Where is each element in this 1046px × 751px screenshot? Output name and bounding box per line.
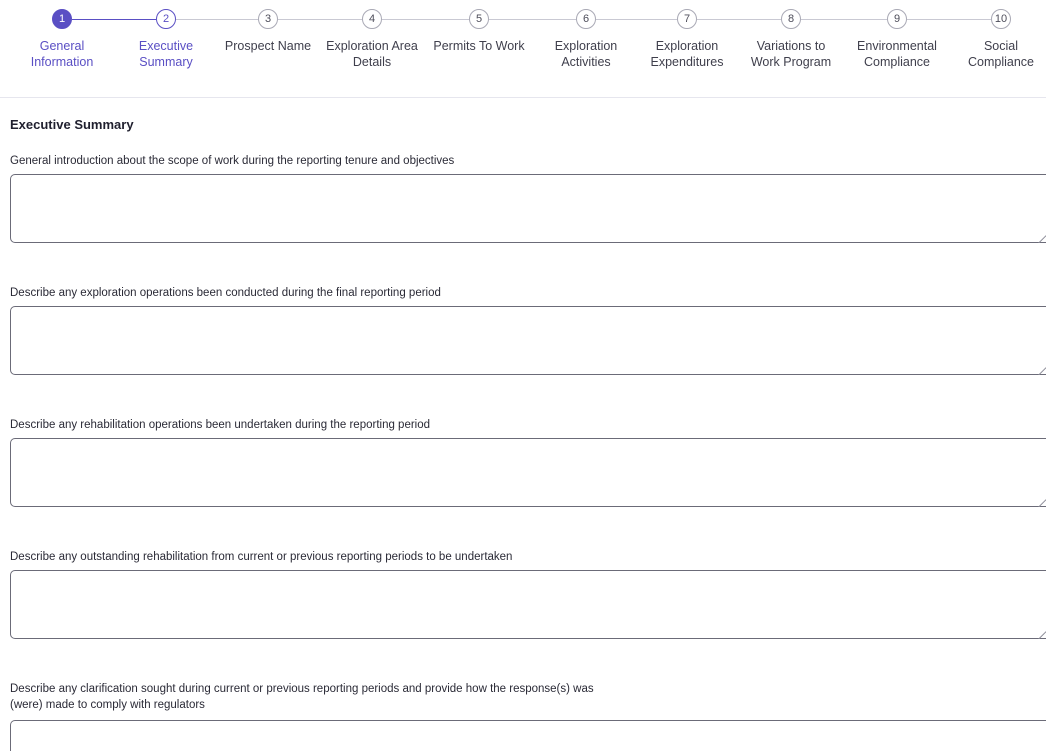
step-executive-summary[interactable]: 2 Executive Summary (111, 0, 221, 70)
field-label-outstanding-rehabilitation: Describe any outstanding rehabilitation … (10, 551, 513, 563)
step-label: General Information (30, 39, 94, 69)
step-label: Exploration Expenditures (650, 39, 724, 69)
general-introduction-textarea[interactable] (10, 174, 1046, 243)
step-exploration-activities[interactable]: 6 Exploration Activities (531, 0, 641, 70)
field-label-exploration-operations: Describe any exploration operations been… (10, 287, 441, 299)
step-exploration-area-details[interactable]: 4 Exploration Area Details (317, 0, 427, 70)
step-exploration-expenditures[interactable]: 7 Exploration Expenditures (632, 0, 742, 70)
resize-grip-icon[interactable] (1038, 367, 1046, 375)
resize-grip-icon[interactable] (1038, 499, 1046, 507)
step-number: 2 (156, 9, 176, 29)
step-label: Prospect Name (224, 39, 312, 53)
rehabilitation-operations-textarea[interactable] (10, 438, 1046, 507)
resize-grip-icon[interactable] (1038, 235, 1046, 243)
step-label: Social Compliance (967, 39, 1034, 69)
step-number: 4 (362, 9, 382, 29)
field-label-rehabilitation-operations: Describe any rehabilitation operations b… (10, 419, 431, 431)
step-permits-to-work[interactable]: 5 Permits To Work (424, 0, 534, 54)
step-number: 5 (469, 9, 489, 29)
exploration-operations-textarea[interactable] (10, 306, 1046, 375)
step-environmental-compliance[interactable]: 9 Environmental Compliance (842, 0, 952, 70)
step-number: 1 (52, 9, 72, 29)
step-label: Executive Summary (138, 39, 194, 69)
step-variations-to-work-program[interactable]: 8 Variations to Work Program (736, 0, 846, 70)
step-social-compliance[interactable]: 10 Social Compliance (946, 0, 1046, 70)
step-label: Environmental Compliance (857, 39, 937, 69)
outstanding-rehabilitation-textarea[interactable] (10, 570, 1046, 639)
step-number: 9 (887, 9, 907, 29)
progress-stepper: 1 General Information 2 Executive Summar… (0, 0, 1046, 98)
clarification-sought-textarea[interactable] (10, 720, 1046, 751)
step-number: 3 (258, 9, 278, 29)
step-number: 6 (576, 9, 596, 29)
step-general-information[interactable]: 1 General Information (7, 0, 117, 70)
step-label: Permits To Work (433, 39, 525, 53)
step-prospect-name[interactable]: 3 Prospect Name (213, 0, 323, 54)
step-label: Exploration Activities (554, 39, 618, 69)
step-number: 7 (677, 9, 697, 29)
field-label-general-introduction: General introduction about the scope of … (10, 155, 455, 167)
resize-grip-icon[interactable] (1038, 631, 1046, 639)
step-label: Exploration Area Details (326, 39, 418, 69)
step-label: Variations to Work Program (750, 39, 832, 69)
section-title: Executive Summary (10, 117, 134, 132)
field-label-clarification-sought: Describe any clarification sought during… (10, 683, 594, 711)
step-number: 8 (781, 9, 801, 29)
step-number: 10 (991, 9, 1011, 29)
